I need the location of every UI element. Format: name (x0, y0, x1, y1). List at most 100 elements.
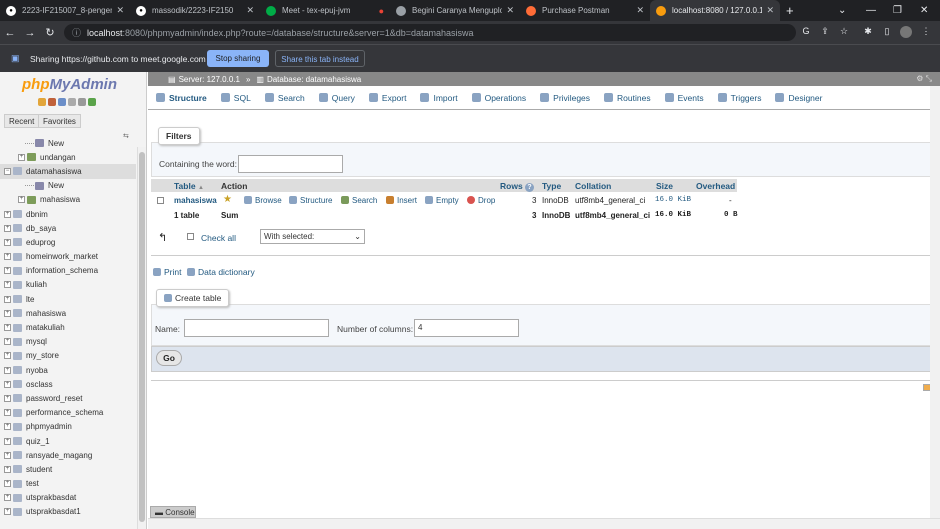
settings-gear-icon[interactable]: ⚙ ⤡ (916, 74, 932, 84)
google-icon[interactable]: G (800, 26, 812, 38)
horizontal-scrollbar[interactable] (148, 518, 940, 529)
tree-item[interactable]: + kuliah (0, 278, 136, 292)
expand-icon[interactable]: + (4, 324, 11, 332)
expand-icon[interactable]: + (4, 210, 11, 218)
expand-icon[interactable]: + (18, 196, 25, 204)
sidepanel-icon[interactable]: ▯ (881, 26, 893, 38)
expand-icon[interactable]: + (4, 409, 11, 417)
reload-nav-icon[interactable] (88, 98, 96, 106)
tree-item[interactable]: + lte (0, 292, 136, 306)
window-close-icon[interactable]: ✕ (920, 0, 928, 21)
print-link[interactable]: Print (153, 267, 181, 277)
tab-operations[interactable]: Operations (471, 93, 526, 103)
browse-action[interactable]: Browse (244, 196, 282, 205)
expand-icon[interactable]: + (18, 153, 25, 161)
tab-search[interactable]: Search (264, 93, 305, 103)
bookmark-star-icon[interactable]: ☆ (838, 26, 850, 38)
go-button[interactable]: Go (156, 350, 182, 366)
expand-icon[interactable]: + (4, 309, 11, 317)
columns-input[interactable]: 4 (414, 319, 519, 337)
extensions-icon[interactable]: ✱ (862, 26, 874, 38)
structure-action[interactable]: Structure (289, 196, 332, 205)
col-table[interactable]: Table ▲ (174, 181, 204, 192)
tree-item[interactable]: + quiz_1 (0, 434, 136, 448)
forward-icon[interactable]: → (20, 27, 40, 39)
tree-item[interactable]: + eduprog (0, 235, 136, 249)
check-all-checkbox[interactable] (187, 233, 194, 240)
expand-icon[interactable]: + (4, 338, 11, 346)
check-all-label[interactable]: Check all (201, 233, 236, 243)
tab-designer[interactable]: Designer (775, 93, 822, 103)
tree-item[interactable]: + my_store (0, 349, 136, 363)
browser-tab-6[interactable]: localhost:8080 / 127.0.0.1 /✕ (650, 0, 780, 21)
tab-search-icon[interactable]: ⌄ (838, 0, 846, 21)
tab-query[interactable]: Query (318, 93, 355, 103)
minimize-icon[interactable]: — (866, 0, 876, 21)
more-menu-icon[interactable]: ⋮ (920, 26, 932, 38)
expand-icon[interactable]: + (4, 480, 11, 488)
tree-item[interactable]: + test (0, 477, 136, 491)
row-size[interactable]: 16.0 KiB (655, 196, 691, 204)
tree-item[interactable]: + osclass (0, 377, 136, 391)
tree-item[interactable]: + dbnim (0, 207, 136, 221)
row-checkbox[interactable] (157, 197, 164, 204)
tree-item[interactable]: + password_reset (0, 391, 136, 405)
browser-tab-4[interactable]: Begini Caranya Menguploa ✕ (390, 0, 520, 21)
expand-icon[interactable]: + (4, 394, 11, 402)
settings-gear-icon[interactable] (78, 98, 86, 106)
tab-structure[interactable]: Structure (156, 93, 207, 103)
expand-icon[interactable]: + (4, 423, 11, 431)
col-size[interactable]: Size (656, 181, 673, 192)
expand-icon[interactable]: + (4, 295, 11, 303)
tree-item[interactable]: − datamahasiswa (0, 164, 136, 179)
share-this-tab-button[interactable]: Share this tab instead (275, 50, 365, 67)
expand-icon[interactable]: + (4, 437, 11, 445)
expand-icon[interactable]: + (4, 267, 11, 275)
table-name-link[interactable]: mahasiswa (174, 196, 217, 205)
browser-tab-1[interactable]: ● 2223-IF215007_8-pengeml ✕ (0, 0, 130, 21)
favorites-tab[interactable]: Favorites (38, 114, 81, 128)
expand-icon[interactable]: + (4, 224, 11, 232)
help-icon[interactable]: ? (525, 183, 535, 192)
close-icon[interactable]: ✕ (116, 5, 124, 16)
tab-privileges[interactable]: Privileges (540, 93, 590, 103)
recent-tab[interactable]: Recent (4, 114, 40, 128)
url-field[interactable]: ⓘ localhost:8080/phpmyadmin/index.php?ro… (64, 24, 796, 41)
tree-item[interactable]: + undangan (0, 150, 136, 164)
tree-item[interactable]: New (0, 179, 136, 193)
tree-item[interactable]: + homeinwork_market (0, 250, 136, 264)
expand-icon[interactable]: + (4, 508, 11, 516)
tab-routines[interactable]: Routines (604, 93, 651, 103)
tree-item[interactable]: + mahasiswa (0, 306, 136, 320)
tab-import[interactable]: Import (420, 93, 458, 103)
back-icon[interactable]: ← (0, 27, 20, 39)
tab-sql[interactable]: SQL (220, 93, 251, 103)
tab-events[interactable]: Events (664, 93, 704, 103)
restore-icon[interactable]: ❐ (893, 0, 902, 21)
breadcrumb-database[interactable]: Database: datamahasiswa (267, 75, 361, 84)
collapse-icon[interactable]: − (4, 167, 11, 175)
tab-triggers[interactable]: Triggers (717, 93, 761, 103)
browser-tab-2[interactable]: ● massodik/2223-IF2150 ✕ (130, 0, 260, 21)
share-icon[interactable]: ⇪ (819, 26, 831, 38)
tree-item[interactable]: + phpmyadmin (0, 420, 136, 434)
col-rows[interactable]: Rows ? (500, 181, 535, 192)
docs-icon[interactable] (58, 98, 66, 106)
with-selected-select[interactable]: With selected: ⌄ (260, 229, 365, 244)
expand-icon[interactable]: + (4, 366, 11, 374)
tree-item[interactable]: + performance_schema (0, 406, 136, 420)
expand-icon[interactable]: + (4, 253, 11, 261)
close-icon[interactable]: ✕ (506, 5, 514, 16)
expand-icon[interactable]: + (4, 494, 11, 502)
close-icon[interactable]: ✕ (636, 5, 644, 16)
browser-tab-5[interactable]: Purchase Postman ✕ (520, 0, 650, 21)
drop-action[interactable]: Drop (467, 196, 495, 205)
table-name-input[interactable] (184, 319, 329, 337)
tree-item[interactable]: + nyoba (0, 363, 136, 377)
tree-item[interactable]: + information_schema (0, 264, 136, 278)
tree-item[interactable]: + mahasiswa (0, 193, 136, 207)
tab-export[interactable]: Export (368, 93, 406, 103)
breadcrumb-server[interactable]: Server: 127.0.0.1 (179, 75, 240, 84)
main-scrollbar[interactable] (930, 86, 940, 518)
sidebar-scroll-thumb[interactable] (139, 152, 145, 522)
